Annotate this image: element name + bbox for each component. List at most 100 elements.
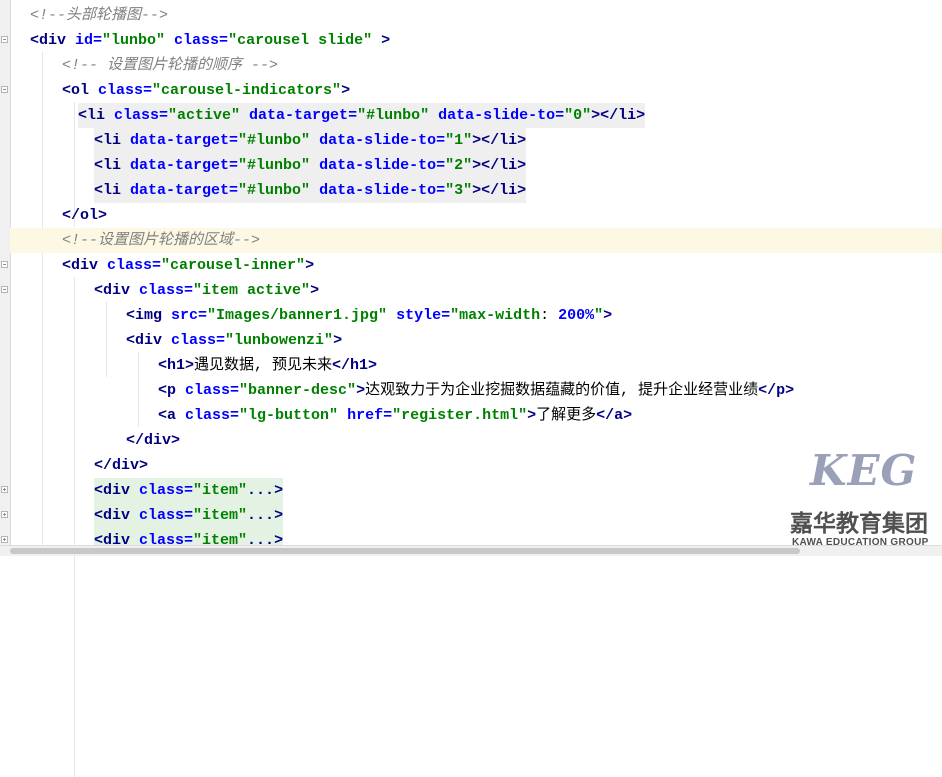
code-text: <li data-target="#lunbo" data-slide-to="… <box>94 153 527 178</box>
scrollbar-thumb[interactable] <box>10 548 800 554</box>
code-token: " <box>594 307 604 324</box>
code-token: </a> <box>596 407 633 424</box>
code-token: data-target= <box>130 157 239 174</box>
code-token: data-target= <box>249 107 358 124</box>
code-line: <div class="item active"> <box>10 278 942 303</box>
code-token: "item active" <box>193 282 311 299</box>
code-token: class= <box>185 382 240 399</box>
code-token: class= <box>139 482 194 499</box>
code-text: <div class="item active"> <box>94 278 319 303</box>
code-token: > <box>527 407 537 424</box>
code-line: <a class="lg-button" href="register.html… <box>10 403 942 428</box>
code-token: "1" <box>445 132 473 149</box>
code-token: <div <box>94 282 140 299</box>
collapse-fold-icon[interactable] <box>1 36 8 43</box>
expand-fold-icon[interactable] <box>1 511 8 518</box>
code-line: <li data-target="#lunbo" data-slide-to="… <box>10 128 942 153</box>
code-line: <!-- 设置图片轮播的顺序 --> <box>10 53 942 78</box>
code-token: class= <box>139 282 194 299</box>
code-token: <li <box>78 107 115 124</box>
code-token: 了解更多 <box>536 407 597 424</box>
code-line: <li class="active" data-target="#lunbo" … <box>10 103 942 128</box>
code-token: <div <box>94 507 140 524</box>
code-token: "active" <box>168 107 250 124</box>
code-token: class= <box>107 257 162 274</box>
code-text: <a class="lg-button" href="register.html… <box>158 403 632 428</box>
code-token: "carousel-indicators" <box>152 82 342 99</box>
code-token: <!-- 设置图片轮播的顺序 --> <box>62 57 279 74</box>
code-text: <img src="Images/banner1.jpg" style="max… <box>126 303 612 328</box>
code-token: 达观致力于为企业挖掘数据蕴藏的价值, 提升企业经营业绩 <box>365 382 759 399</box>
code-token: "#lunbo" <box>357 107 439 124</box>
code-token: <h1> <box>158 357 195 374</box>
code-text: <h1>遇见数据, 预见未来</h1> <box>158 353 377 378</box>
code-text: <!--头部轮播图--> <box>30 3 168 28</box>
code-token: <li <box>94 132 131 149</box>
code-token: <div <box>94 482 140 499</box>
expand-fold-icon[interactable] <box>1 536 8 543</box>
code-text: <div id="lunbo" class="carousel slide" > <box>30 28 390 53</box>
code-token: class= <box>114 107 169 124</box>
code-text: <div class="carousel-inner"> <box>62 253 314 278</box>
code-token: ></li> <box>472 157 527 174</box>
watermark-name-en: KAWA EDUCATION GROUP <box>792 537 929 548</box>
code-token: src= <box>171 307 208 324</box>
code-line: <ol class="carousel-indicators"> <box>10 78 942 103</box>
code-token: ></li> <box>591 107 646 124</box>
code-line: <!--设置图片轮播的区域--> <box>10 228 942 253</box>
code-token: > <box>274 507 284 524</box>
code-text: <li data-target="#lunbo" data-slide-to="… <box>94 178 527 203</box>
code-token: class= <box>139 507 194 524</box>
code-token: "carousel-inner" <box>161 257 306 274</box>
code-token: > <box>305 257 315 274</box>
code-token: "banner-desc" <box>239 382 357 399</box>
code-line: <!--头部轮播图--> <box>10 3 942 28</box>
code-token: "lunbowenzi" <box>225 332 334 349</box>
code-token: > <box>341 82 351 99</box>
code-text: <div class="lunbowenzi"> <box>126 328 342 353</box>
collapse-fold-icon[interactable] <box>1 86 8 93</box>
code-token: "carousel slide" <box>228 32 382 49</box>
code-token: ... <box>247 482 275 499</box>
folded-code[interactable]: <div class="item"...> <box>94 478 284 503</box>
code-token: 遇见数据, 预见未来 <box>194 357 333 374</box>
code-token: "#lunbo" <box>238 132 320 149</box>
code-token: ></li> <box>472 182 527 199</box>
watermark-logo: KEG <box>810 446 918 495</box>
code-text: <p class="banner-desc">达观致力于为企业挖掘数据蕴藏的价值… <box>158 378 794 403</box>
code-token: 200% <box>558 307 595 324</box>
code-token: </ol> <box>62 207 108 224</box>
code-token: <li <box>94 157 131 174</box>
code-text: </div> <box>126 428 180 453</box>
code-token: > <box>274 482 284 499</box>
code-token: ... <box>247 507 275 524</box>
code-token: > <box>356 382 366 399</box>
code-token: data-target= <box>130 132 239 149</box>
code-token: "lunbo" <box>102 32 175 49</box>
code-token: "lg-button" <box>239 407 348 424</box>
code-text: <!--设置图片轮播的区域--> <box>62 228 260 253</box>
code-token: > <box>333 332 343 349</box>
code-token: "#lunbo" <box>238 182 320 199</box>
code-line: <p class="banner-desc">达观致力于为企业挖掘数据蕴藏的价值… <box>10 378 942 403</box>
code-token: "#lunbo" <box>238 157 320 174</box>
code-token: </div> <box>94 457 149 474</box>
code-line: <img src="Images/banner1.jpg" style="max… <box>10 303 942 328</box>
expand-fold-icon[interactable] <box>1 486 8 493</box>
code-token: "register.html" <box>392 407 528 424</box>
code-token: </h1> <box>332 357 378 374</box>
code-token: data-slide-to= <box>438 107 565 124</box>
collapse-fold-icon[interactable] <box>1 261 8 268</box>
code-line: <h1>遇见数据, 预见未来</h1> <box>10 353 942 378</box>
code-token: </p> <box>758 382 795 399</box>
collapse-fold-icon[interactable] <box>1 286 8 293</box>
code-token: > <box>603 307 613 324</box>
code-token: "item" <box>193 482 248 499</box>
code-token: "max-width <box>450 307 541 324</box>
code-token: data-slide-to= <box>319 157 446 174</box>
code-line: <div class="lunbowenzi"> <box>10 328 942 353</box>
folded-code[interactable]: <div class="item"...> <box>94 503 284 528</box>
code-token: "2" <box>445 157 473 174</box>
code-token: href= <box>347 407 393 424</box>
code-line: <li data-target="#lunbo" data-slide-to="… <box>10 153 942 178</box>
